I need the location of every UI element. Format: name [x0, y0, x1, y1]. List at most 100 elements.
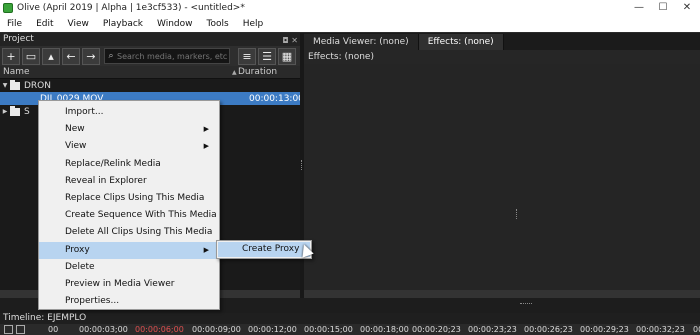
folder-name: S	[24, 106, 30, 117]
column-duration[interactable]: Duration	[238, 67, 277, 77]
context-menu-item[interactable]: View ▶	[39, 138, 219, 155]
maximize-button[interactable]: ☐	[652, 0, 674, 16]
search-icon: ⌕	[108, 51, 114, 61]
ruler-ticks: 00 00:00:03;00 00:00:06;00 00:00:09;00 00:00…	[45, 324, 700, 335]
context-menu-item-label: Import...	[65, 107, 104, 117]
open-project-icon[interactable]: ▭	[22, 47, 40, 65]
context-menu-item-label: Reveal in Explorer	[65, 175, 147, 186]
ruler-tick-label: 00:00:09;00	[192, 325, 241, 334]
window-title: Olive (April 2019 | Alpha | 1e3cf533) - …	[17, 3, 245, 13]
timeline-title: Timeline: EJEMPLO	[0, 313, 700, 324]
ruler-tick-label: 00:00:12;00	[248, 325, 297, 334]
new-item-button[interactable]: +	[2, 47, 20, 65]
ruler-tick-label: 00:00:15;00	[304, 325, 353, 334]
menu-playback[interactable]: Playback	[96, 19, 150, 29]
tree-view-icon[interactable]: ≡	[238, 47, 256, 65]
ruler-tick-label: 00	[693, 325, 700, 334]
ruler-tick-label: 00:00:03;00	[79, 325, 128, 334]
context-menu-item-label: Replace Clips Using This Media	[65, 192, 205, 203]
horizontal-splitter-handle[interactable]	[520, 303, 532, 304]
context-menu-item[interactable]: Reveal in Explorer	[39, 173, 219, 190]
menu-tools[interactable]: Tools	[200, 19, 236, 29]
timeline-tools	[0, 324, 45, 335]
context-menu-item[interactable]: Delete	[39, 259, 219, 276]
context-menu-item-label: Proxy	[65, 244, 90, 255]
ruler-tick-label: 00:00:06;00	[135, 325, 184, 334]
ruler-tick-label: 00	[48, 325, 59, 334]
project-column-header: Name ▲ Duration	[0, 66, 300, 79]
olive-app-icon	[3, 3, 13, 13]
edit-tool-icon[interactable]	[16, 325, 25, 334]
effects-panel-body	[304, 64, 700, 290]
collapse-arrow-icon[interactable]: ▶	[0, 108, 10, 115]
effects-panel-title: Effects: (none)	[304, 50, 700, 64]
search-box: ⌕	[104, 48, 230, 64]
context-menu-item[interactable]: Preview in Media Viewer	[39, 276, 219, 293]
context-menu-item[interactable]: New ▶	[39, 121, 219, 138]
create-proxy-menu-item[interactable]: Create Proxy	[218, 242, 310, 257]
splitter-handle[interactable]	[301, 160, 303, 170]
close-button[interactable]: ✕	[676, 0, 698, 16]
media-duration: 00:00:13:00	[249, 93, 304, 104]
tab-media-viewer[interactable]: Media Viewer: (none)	[304, 34, 419, 50]
context-menu-item[interactable]: Properties...	[39, 293, 219, 310]
expand-arrow-icon[interactable]: ▼	[0, 82, 10, 89]
redo-arrow-icon[interactable]: →	[82, 47, 100, 65]
list-view-icon[interactable]: ☰	[258, 47, 276, 65]
ruler-tick-label: 00:00:32;23	[636, 325, 685, 334]
context-menu-item[interactable]: Replace Clips Using This Media	[39, 190, 219, 207]
submenu-arrow-icon: ▶	[203, 142, 209, 151]
context-menu-item-label: Create Sequence With This Media	[65, 210, 217, 221]
effects-splitter-handle[interactable]	[516, 209, 518, 219]
folder-name: DRON	[24, 80, 51, 91]
viewer-tab-bar: Media Viewer: (none) Effects: (none)	[304, 33, 700, 50]
title-bar: Olive (April 2019 | Alpha | 1e3cf533) - …	[0, 0, 700, 16]
ruler-tick-label: 00:00:23;23	[468, 325, 517, 334]
viewer-horizontal-scrollbar[interactable]	[304, 290, 700, 298]
menu-help[interactable]: Help	[236, 19, 271, 29]
search-input[interactable]	[117, 51, 227, 61]
context-menu-item[interactable]: Delete All Clips Using This Media	[39, 224, 219, 241]
project-toolbar: + ▭ ▴ ← → ⌕ ≡ ☰ ▦	[0, 46, 300, 66]
ruler-tick-label: 00:00:29;23	[580, 325, 629, 334]
context-menu-item-label: Delete	[65, 261, 95, 272]
context-menu-item-label: Delete All Clips Using This Media	[65, 227, 213, 238]
menu-window[interactable]: Window	[150, 19, 200, 29]
folder-icon	[10, 79, 20, 90]
sort-ascending-icon: ▲	[232, 68, 237, 76]
pointer-tool-icon[interactable]	[4, 325, 13, 334]
proxy-submenu: Create Proxy	[216, 240, 312, 259]
menu-file[interactable]: File	[0, 19, 29, 29]
context-menu-item-label: View	[65, 141, 87, 152]
icon-view-icon[interactable]: ▦	[278, 47, 296, 65]
context-menu-item-label: Preview in Media Viewer	[65, 278, 175, 289]
submenu-arrow-icon: ▶	[203, 245, 209, 254]
timeline-ruler[interactable]: 00 00:00:03;00 00:00:06;00 00:00:09;00 00:00…	[0, 324, 700, 335]
import-icon[interactable]: ▴	[42, 47, 60, 65]
context-menu-item-label: Replace/Relink Media	[65, 158, 161, 169]
minimize-button[interactable]: —	[628, 0, 650, 16]
undo-arrow-icon[interactable]: ←	[62, 47, 80, 65]
ruler-tick-label: 00:00:18;00	[360, 325, 409, 334]
ruler-tick-label: 00:00:26;23	[524, 325, 573, 334]
folder-row-dron[interactable]: ▼ DRON	[0, 79, 300, 92]
submenu-arrow-icon: ▶	[203, 125, 209, 134]
context-menu: Import... New ▶ View ▶ Replace/Relink Media Re…	[38, 100, 220, 310]
column-name[interactable]: Name	[0, 67, 30, 77]
viewer-panel: Media Viewer: (none) Effects: (none) Eff…	[304, 33, 700, 298]
menu-bar: File Edit View Playback Window Tools Hel…	[0, 16, 700, 32]
context-menu-item-label: Properties...	[65, 296, 120, 307]
context-menu-item[interactable]: Replace/Relink Media	[39, 156, 219, 173]
tab-effects[interactable]: Effects: (none)	[418, 34, 504, 50]
menu-edit[interactable]: Edit	[29, 19, 60, 29]
context-menu-item[interactable]: Proxy ▶	[39, 241, 219, 259]
view-mode-buttons: ≡ ☰ ▦	[238, 47, 300, 65]
folder-icon	[10, 105, 20, 116]
panel-float-close-icons[interactable]: ◘ ✕	[282, 34, 298, 47]
context-menu-item[interactable]: Import...	[39, 104, 219, 121]
context-menu-item-label: New	[65, 124, 85, 135]
project-panel-header: Project ◘ ✕	[0, 33, 300, 46]
menu-view[interactable]: View	[61, 19, 96, 29]
context-menu-item[interactable]: Create Sequence With This Media	[39, 207, 219, 224]
ruler-tick-label: 00:00:20;23	[412, 325, 461, 334]
